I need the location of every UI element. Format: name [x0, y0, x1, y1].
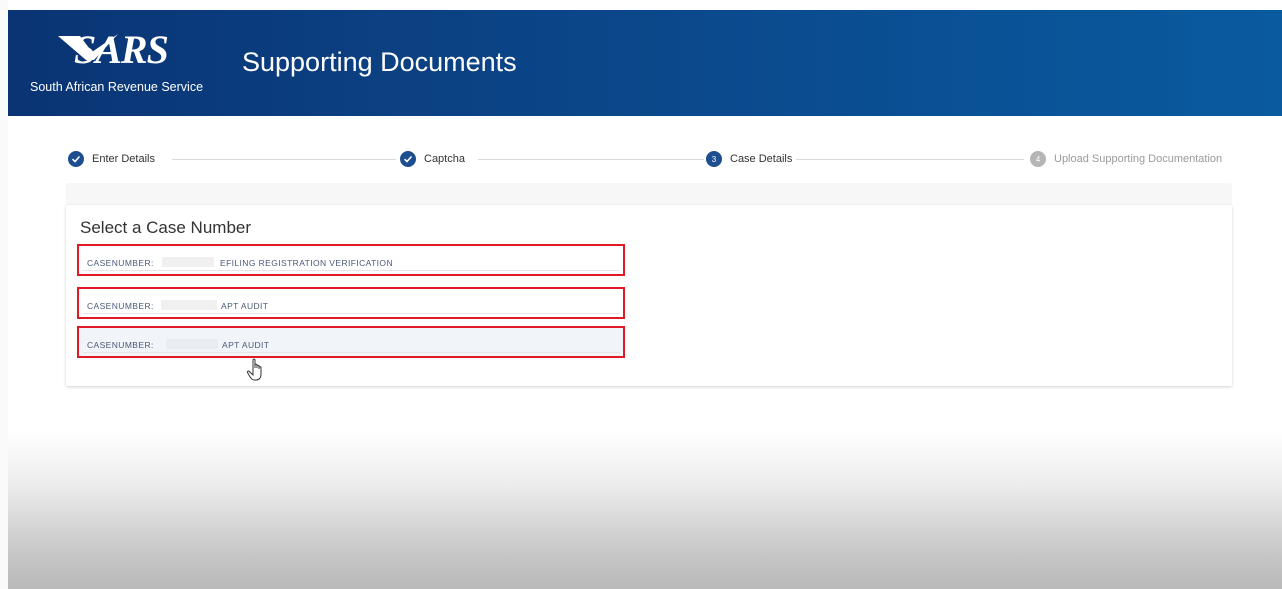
case-row-inner: CASENUMBER: APT AUDIT	[82, 292, 620, 314]
redacted-case-number	[166, 339, 218, 349]
case-number-label: CASENUMBER:	[87, 301, 154, 311]
check-icon	[400, 151, 416, 167]
check-icon	[68, 151, 84, 167]
case-select-card: Select a Case Number CASENUMBER: EFILING…	[66, 205, 1232, 386]
step-label: Upload Supporting Documentation	[1054, 153, 1223, 165]
page: SARS South African Revenue Service Suppo…	[0, 0, 1282, 589]
step-captcha: Captcha	[400, 150, 465, 168]
step-label: Captcha	[424, 153, 465, 165]
case-row-inner: CASENUMBER: EFILING REGISTRATION VERIFIC…	[82, 249, 620, 271]
card-header-strip	[66, 183, 1232, 205]
step-enter-details: Enter Details	[68, 150, 155, 168]
case-description: EFILING REGISTRATION VERIFICATION	[220, 258, 393, 268]
bottom-gradient-overlay	[8, 430, 1282, 589]
case-row[interactable]: CASENUMBER: APT AUDIT	[77, 326, 625, 358]
hand-pointer-icon	[246, 358, 262, 381]
step-label: Enter Details	[92, 153, 155, 165]
case-description: APT AUDIT	[221, 301, 269, 311]
step-label: Case Details	[730, 153, 793, 165]
step-upload: 4 Upload Supporting Documentation	[1030, 150, 1222, 168]
step-connector	[796, 159, 1024, 160]
case-row[interactable]: CASENUMBER: APT AUDIT	[77, 287, 625, 319]
case-row-inner: CASENUMBER: APT AUDIT	[82, 331, 620, 353]
step-case-details: 3 Case Details	[706, 150, 792, 168]
logo-wordmark: SARS	[74, 27, 169, 72]
logo-subtitle: South African Revenue Service	[30, 80, 204, 94]
step-connector	[172, 159, 396, 160]
case-description: APT AUDIT	[222, 340, 270, 350]
site-header: SARS South African Revenue Service Suppo…	[8, 10, 1282, 116]
case-row[interactable]: CASENUMBER: EFILING REGISTRATION VERIFIC…	[77, 244, 625, 276]
top-strip	[0, 0, 1282, 10]
page-title: Supporting Documents	[242, 47, 517, 77]
step-connector	[478, 159, 704, 160]
card-title: Select a Case Number	[80, 218, 252, 237]
progress-stepper: Enter Details Captcha 3 Case Details 4 U…	[68, 148, 1232, 170]
redacted-case-number	[162, 257, 214, 267]
step-number-badge: 3	[706, 151, 722, 167]
left-strip	[0, 0, 8, 589]
case-number-label: CASENUMBER:	[87, 258, 154, 268]
step-number-badge: 4	[1030, 151, 1046, 167]
redacted-case-number	[161, 300, 217, 310]
sars-logo[interactable]: SARS South African Revenue Service	[30, 27, 220, 100]
case-number-label: CASENUMBER:	[87, 340, 154, 350]
